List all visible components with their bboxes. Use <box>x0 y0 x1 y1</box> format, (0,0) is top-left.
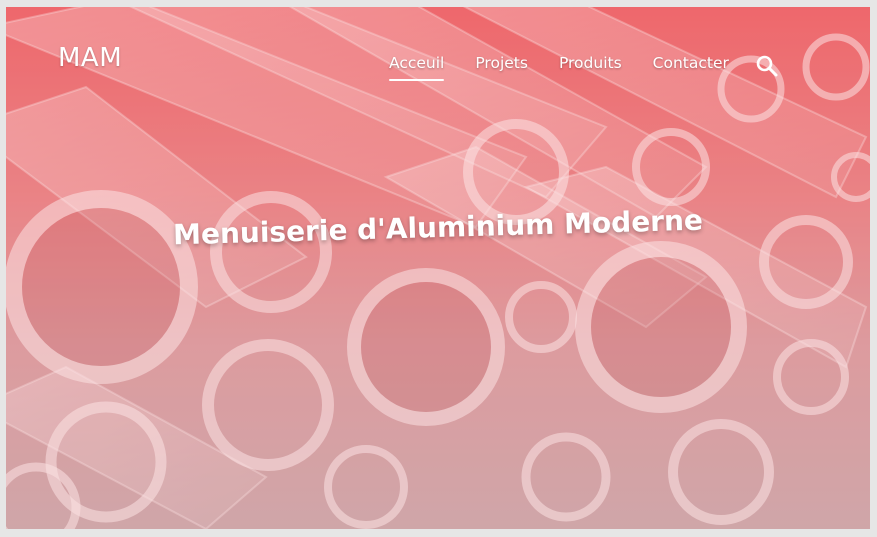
main-menu: Acceuil Projets Produits Contacter <box>389 54 760 81</box>
nav-item-contacter[interactable]: Contacter <box>653 54 729 81</box>
nav-item-acceuil[interactable]: Acceuil <box>389 54 445 81</box>
search-button[interactable] <box>755 54 779 78</box>
top-navigation: MAM Acceuil Projets Produits Contacter <box>6 7 870 107</box>
search-icon <box>756 55 778 77</box>
nav-item-produits[interactable]: Produits <box>559 54 622 81</box>
hero-section: MAM Acceuil Projets Produits Contacter M… <box>6 7 870 529</box>
site-logo[interactable]: MAM <box>58 43 122 73</box>
nav-item-projets[interactable]: Projets <box>475 54 528 81</box>
